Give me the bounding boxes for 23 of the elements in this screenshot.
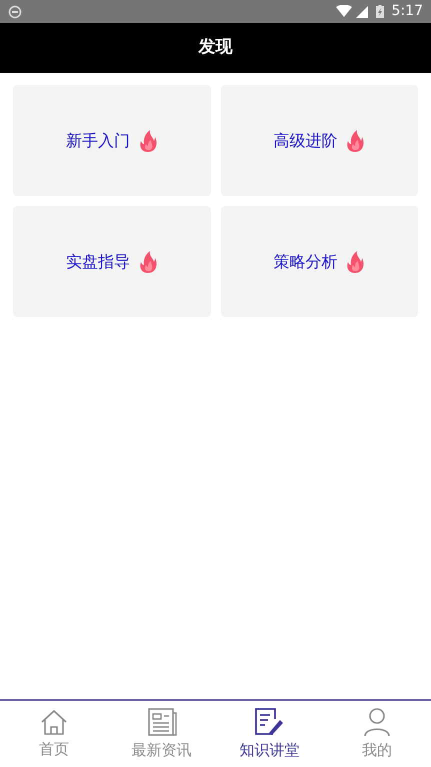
battery-icon (376, 5, 384, 18)
flame-icon (138, 250, 158, 274)
status-time: 5:17 (392, 2, 423, 21)
flame-icon (345, 128, 366, 152)
signal-icon (356, 6, 368, 18)
card-label: 策略分析 (273, 250, 338, 272)
person-icon (362, 706, 392, 737)
card-label: 高级进阶 (273, 130, 338, 152)
flame-icon (138, 128, 158, 152)
category-card[interactable]: 高级进阶 (220, 85, 418, 196)
wifi-icon (336, 5, 352, 18)
category-card[interactable]: 策略分析 (220, 206, 418, 317)
page-title: 发现 (198, 36, 232, 60)
category-card[interactable]: 新手入门 (13, 85, 210, 196)
newspaper-icon (146, 706, 177, 737)
tab-item[interactable]: 知识讲堂 (239, 738, 300, 762)
card-label: 实盘指导 (66, 250, 130, 272)
home-icon (38, 708, 69, 736)
flame-icon (345, 250, 366, 274)
category-card[interactable]: 实盘指导 (13, 206, 210, 317)
notification-icon (8, 4, 22, 18)
card-label: 新手入门 (66, 130, 130, 152)
document-pen-icon (253, 706, 286, 737)
